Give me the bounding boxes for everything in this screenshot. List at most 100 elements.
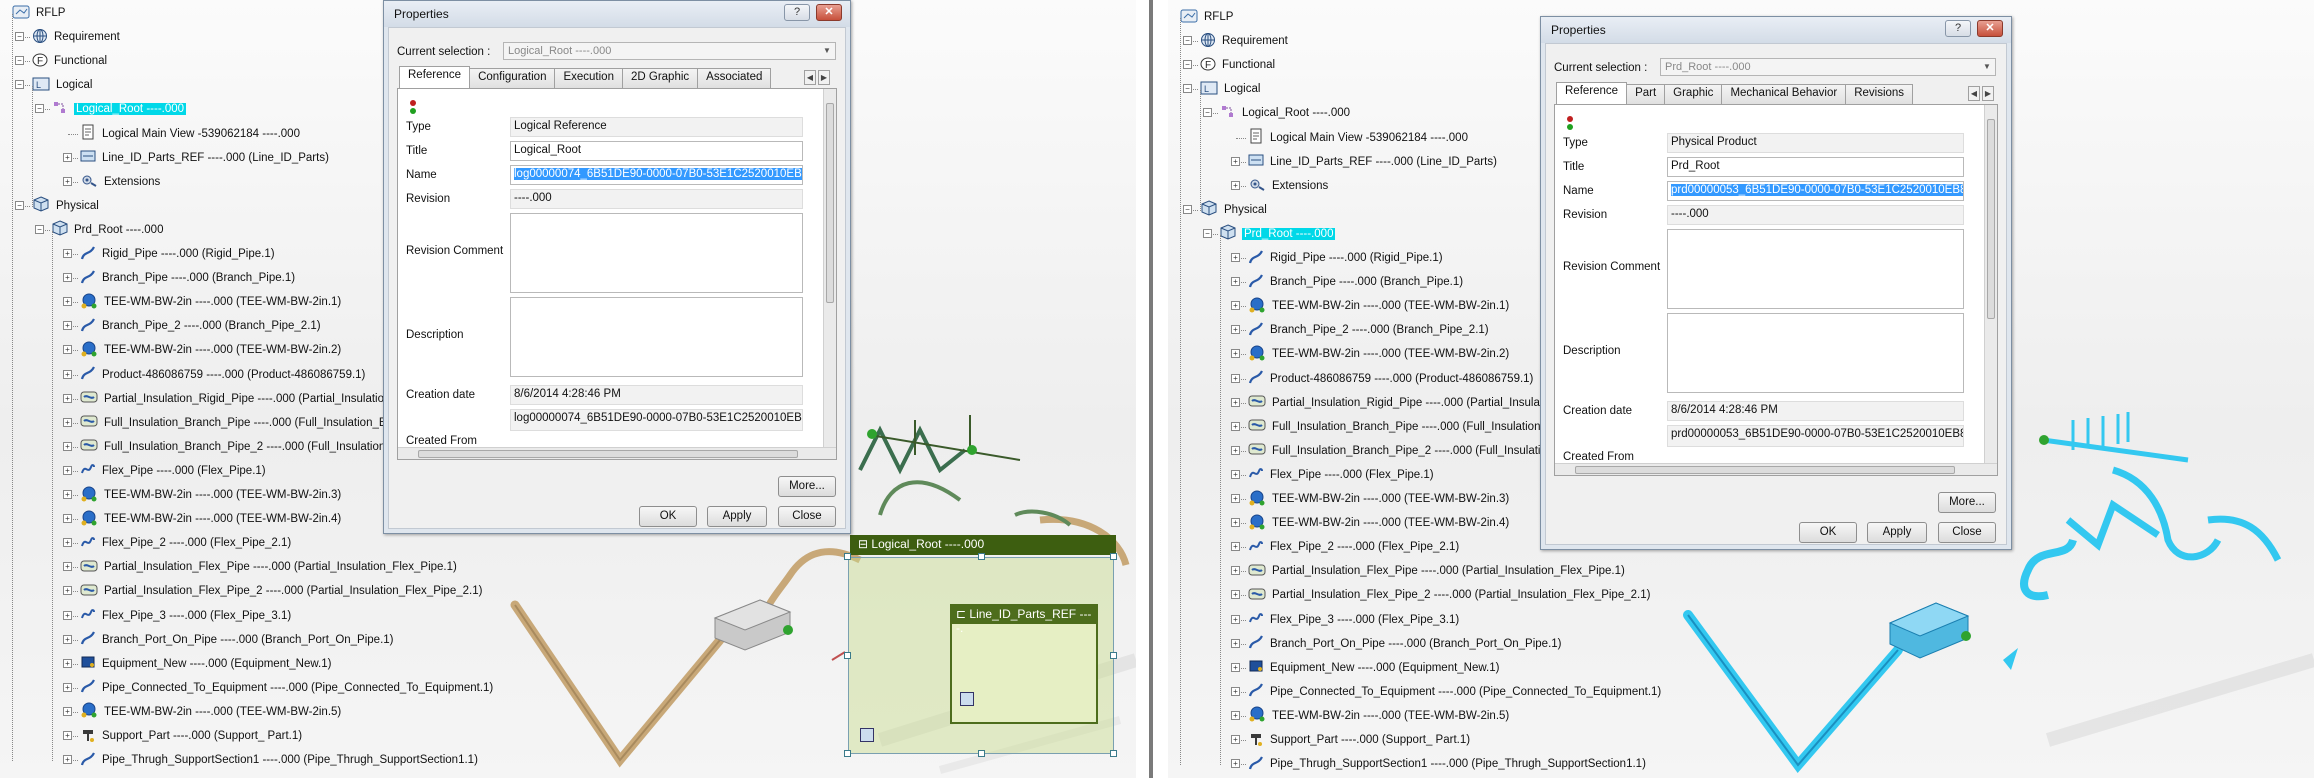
expand-toggle-icon[interactable]: − [15,56,24,66]
dialog-title-bar[interactable]: Properties ? ✕ [1541,17,2011,43]
vertical-scrollbar[interactable] [823,89,836,447]
tree-node[interactable]: Full_Insulation_Branch_Pipe_2 ----.000 (… [80,436,422,458]
expand-toggle-icon[interactable]: + [63,490,72,499]
expand-toggle-icon[interactable]: + [1231,662,1240,672]
tree-node[interactable]: Logical_Root ----.000 [1220,102,1350,124]
tree-node[interactable]: TEE-WM-BW-2in ----.000 (TEE-WM-BW-2in.2) [1248,343,1509,365]
tree-node[interactable]: Partial_Insulation_Rigid_Pipe ----.000 (… [1248,392,1565,414]
tree-node[interactable]: Partial_Insulation_Flex_Pipe ----.000 (P… [1248,560,1625,582]
tree-node[interactable]: Branch_Pipe_2 ----.000 (Branch_Pipe_2.1) [1248,319,1489,341]
tree-node[interactable]: Product-486086759 ----.000 (Product-4860… [80,364,365,386]
expand-toggle-icon[interactable]: + [63,682,72,692]
tree-node[interactable]: Partial_Insulation_Rigid_Pipe ----.000 (… [80,388,417,410]
expand-toggle-icon[interactable]: + [63,634,72,644]
tree-node[interactable]: F Functional [1200,54,1275,76]
apply-button[interactable]: Apply [1867,522,1927,543]
tree-node[interactable]: Pipe_Connected_To_Equipment ----.000 (Pi… [1248,681,1661,703]
expand-toggle-icon[interactable]: + [63,586,72,596]
tab-scroll-left-icon[interactable]: ◀ [1968,86,1980,101]
tree-node[interactable]: F Functional [32,50,107,72]
expand-toggle-icon[interactable]: + [1231,325,1240,335]
close-icon[interactable]: ✕ [816,4,842,21]
tree-node[interactable]: TEE-WM-BW-2in ----.000 (TEE-WM-BW-2in.3) [1248,488,1509,510]
expand-toggle-icon[interactable]: + [1231,180,1240,190]
ok-button[interactable]: OK [639,506,697,527]
expand-toggle-icon[interactable]: − [15,80,24,90]
expand-toggle-icon[interactable]: + [1231,421,1240,431]
expand-toggle-icon[interactable]: + [1231,494,1240,503]
vertical-scrollbar[interactable] [1984,105,1997,463]
tree-node[interactable]: RFLP [1180,6,1233,28]
tree-node[interactable]: Branch_Pipe ----.000 (Branch_Pipe.1) [80,267,295,289]
tree-node[interactable]: Rigid_Pipe ----.000 (Rigid_Pipe.1) [80,243,275,265]
expand-toggle-icon[interactable]: + [1231,397,1240,407]
expand-toggle-icon[interactable]: − [35,104,44,114]
tree-node[interactable]: Full_Insulation_Branch_Pipe ----.000 (Fu… [80,412,415,434]
tree-node[interactable]: Flex_Pipe ----.000 (Flex_Pipe.1) [1248,464,1434,486]
name-field[interactable]: prd00000053_6B51DE90-0000-07B0-53E1C2520… [1667,181,1964,201]
expand-toggle-icon[interactable]: − [1203,108,1212,118]
expand-toggle-icon[interactable]: − [1183,36,1192,46]
tree-node[interactable]: Logical Main View -539062184 ----.000 [80,123,300,145]
expand-toggle-icon[interactable]: + [1231,373,1240,383]
tree-node[interactable]: TEE-WM-BW-2in ----.000 (TEE-WM-BW-2in.2) [80,339,341,361]
expand-toggle-icon[interactable]: + [63,610,72,620]
tab-part[interactable]: Part [1626,84,1666,104]
expand-toggle-icon[interactable]: − [1183,84,1192,94]
expand-toggle-icon[interactable]: + [1231,638,1240,648]
tree-node[interactable]: Physical [1200,199,1267,221]
tree-node[interactable]: L Logical [32,74,92,96]
expand-toggle-icon[interactable]: + [63,273,72,283]
tree-node[interactable]: Requirement [1200,30,1288,52]
tree-node[interactable]: Branch_Pipe_2 ----.000 (Branch_Pipe_2.1) [80,315,321,337]
expand-toggle-icon[interactable]: + [63,249,72,258]
tree-node[interactable]: Support_Part ----.000 (Support_ Part.1) [1248,729,1470,751]
current-selection-combo[interactable]: Prd_Root ----.000 ▼ [1660,58,1996,76]
tree-node[interactable]: Logical_Root ----.000 [52,98,187,120]
tab-revisions[interactable]: Revisions [1845,84,1914,104]
tree-node[interactable]: TEE-WM-BW-2in ----.000 (TEE-WM-BW-2in.1) [1248,295,1509,317]
expand-toggle-icon[interactable]: + [1231,349,1240,359]
expand-toggle-icon[interactable]: + [63,321,72,331]
resize-handle[interactable] [844,750,851,757]
tree-node[interactable]: Physical [32,195,99,217]
expand-toggle-icon[interactable]: + [63,562,72,572]
tree-node[interactable]: Extensions [80,171,160,193]
tab-scroll-right-icon[interactable]: ▶ [818,70,830,85]
expand-toggle-icon[interactable]: − [1183,60,1192,70]
tree-node[interactable]: Partial_Insulation_Flex_Pipe ----.000 (P… [80,556,457,578]
expand-toggle-icon[interactable]: + [63,465,72,475]
tree-node[interactable]: Flex_Pipe_3 ----.000 (Flex_Pipe_3.1) [1248,609,1459,631]
close-button[interactable]: Close [778,506,836,527]
tree-node[interactable]: Prd_Root ----.000 [1220,223,1336,245]
line-id-parts-tag[interactable]: ⊏ Line_ID_Parts_REF ----. [950,604,1098,635]
tree-node[interactable]: TEE-WM-BW-2in ----.000 (TEE-WM-BW-2in.3) [80,484,341,506]
expand-toggle-icon[interactable]: + [63,731,72,740]
resize-handle[interactable] [1110,553,1117,560]
tree-node[interactable]: Prd_Root ----.000 [52,219,163,241]
expand-toggle-icon[interactable]: + [1231,469,1240,479]
tree-node[interactable]: Pipe_Thrugh_SupportSection1 ----.000 (Pi… [1248,753,1646,775]
expand-toggle-icon[interactable]: + [1231,566,1240,576]
tree-node[interactable]: Full_Insulation_Branch_Pipe_2 ----.000 (… [1248,440,1560,462]
expand-toggle-icon[interactable]: + [1231,277,1240,287]
tab-mechanical-behavior[interactable]: Mechanical Behavior [1721,84,1847,104]
tree-node[interactable]: Extensions [1248,175,1328,197]
resize-handle[interactable] [1110,652,1117,659]
tree-node[interactable]: RFLP [12,2,65,24]
tree-node[interactable]: Product-486086759 ----.000 (Product-4860… [1248,368,1533,390]
tree-node[interactable]: Flex_Pipe_2 ----.000 (Flex_Pipe_2.1) [1248,536,1459,558]
tree-node[interactable]: Partial_Insulation_Flex_Pipe_2 ----.000 … [80,580,482,602]
close-icon[interactable]: ✕ [1977,20,2003,37]
expand-toggle-icon[interactable]: + [63,369,72,379]
tree-node[interactable]: Flex_Pipe_2 ----.000 (Flex_Pipe_2.1) [80,532,291,554]
expand-toggle-icon[interactable]: + [63,706,72,716]
expand-toggle-icon[interactable]: + [1231,590,1240,600]
expand-toggle-icon[interactable]: + [63,176,72,186]
tab-scroll-right-icon[interactable]: ▶ [1982,86,1994,101]
tree-node[interactable]: Pipe_Thrugh_SupportSection1 ----.000 (Pi… [80,749,478,771]
tab-reference[interactable]: Reference [1556,82,1628,104]
tab-graphic[interactable]: Graphic [1664,84,1723,104]
tree-node[interactable]: Support_Part ----.000 (Support_ Part.1) [80,725,302,747]
expand-toggle-icon[interactable]: + [1231,156,1240,166]
